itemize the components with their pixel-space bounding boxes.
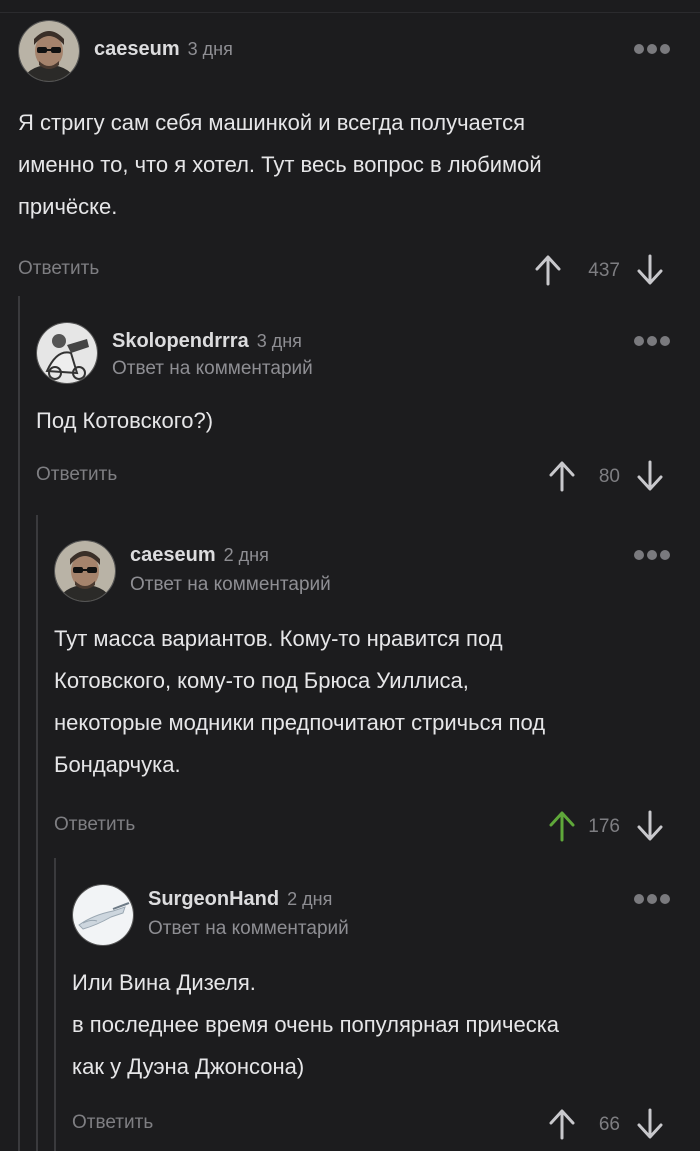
person-bw-photo-avatar-icon — [37, 323, 97, 383]
user-avatar[interactable] — [36, 322, 98, 384]
comment-header: caeseum 3 дня — [18, 20, 700, 84]
comment-header: SurgeonHand 2 дня Ответ на комментарий — [72, 884, 700, 948]
reply-to-label[interactable]: Ответ на комментарий — [130, 574, 331, 596]
author-name[interactable]: Skolopendrrra 3 дня — [112, 330, 302, 353]
vote-score: 176 — [588, 816, 620, 837]
vote-controls: 80 — [548, 456, 674, 496]
comment-text: Тут масса вариантов. Кому-то нравится по… — [54, 626, 546, 777]
downvote-arrow-icon[interactable] — [636, 1108, 664, 1140]
comment-date: 3 дня — [187, 39, 233, 59]
author-name[interactable]: SurgeonHand 2 дня — [148, 888, 332, 911]
vote-score: 66 — [598, 1114, 620, 1135]
user-avatar[interactable] — [72, 884, 134, 946]
hand-scalpel-avatar-icon — [73, 885, 133, 945]
reply-button[interactable]: Ответить — [36, 464, 117, 486]
comment-text: Или Вина Дизеля. в последнее время очень… — [72, 970, 560, 1079]
comment-actions: Ответить 66 — [72, 1104, 700, 1144]
author-name-text[interactable]: caeseum — [94, 38, 180, 60]
downvote-arrow-icon[interactable] — [636, 810, 664, 842]
vote-score: 437 — [588, 260, 620, 281]
reply-button[interactable]: Ответить — [18, 258, 99, 280]
reply-to-label[interactable]: Ответ на комментарий — [148, 918, 349, 940]
reply-to-label[interactable]: Ответ на комментарий — [112, 358, 313, 380]
man-sunglasses-avatar-icon — [55, 541, 115, 601]
user-avatar[interactable] — [18, 20, 80, 82]
vote-controls: 437 — [534, 250, 674, 290]
comment-thread: caeseum 3 дня Я стригу сам себя машинкой … — [0, 0, 700, 1151]
more-options-icon[interactable] — [634, 892, 674, 906]
comment-date: 2 дня — [223, 545, 269, 565]
vote-controls: 176 — [548, 806, 674, 846]
man-sunglasses-avatar-icon — [19, 21, 79, 81]
vote-score: 80 — [598, 466, 620, 487]
comment-text: Я стригу сам себя машинкой и всегда полу… — [18, 110, 542, 219]
downvote-arrow-icon[interactable] — [636, 254, 664, 286]
comment: Skolopendrrra 3 дня Ответ на комментарий … — [36, 322, 700, 496]
comment-text: Под Котовского?) — [36, 408, 214, 433]
upvote-arrow-icon[interactable] — [534, 254, 562, 286]
thread-guide-line — [54, 858, 56, 1151]
comment-date: 2 дня — [287, 889, 333, 909]
vote-controls: 66 — [548, 1104, 674, 1144]
author-name-text[interactable]: caeseum — [130, 544, 216, 566]
comment-date: 3 дня — [256, 331, 302, 351]
comment-actions: Ответить 176 — [54, 806, 700, 846]
author-name[interactable]: caeseum 3 дня — [94, 38, 233, 61]
reply-button[interactable]: Ответить — [72, 1112, 153, 1134]
user-avatar[interactable] — [54, 540, 116, 602]
comment-actions: Ответить 437 — [18, 250, 700, 290]
more-options-icon[interactable] — [634, 334, 674, 348]
thread-guide-line — [36, 515, 38, 1151]
reply-button[interactable]: Ответить — [54, 814, 135, 836]
comment-header: caeseum 2 дня Ответ на комментарий — [54, 540, 700, 604]
downvote-arrow-icon[interactable] — [636, 460, 664, 492]
comment: SurgeonHand 2 дня Ответ на комментарий Ил… — [72, 884, 700, 1144]
thread-guide-line — [18, 296, 20, 1151]
author-name-text[interactable]: Skolopendrrra — [112, 330, 249, 352]
more-options-icon[interactable] — [634, 42, 674, 56]
comment: caeseum 2 дня Ответ на комментарий Тут ма… — [54, 540, 700, 846]
author-name-text[interactable]: SurgeonHand — [148, 888, 279, 910]
comment-header: Skolopendrrra 3 дня Ответ на комментарий — [36, 322, 700, 386]
more-options-icon[interactable] — [634, 548, 674, 562]
comment: caeseum 3 дня Я стригу сам себя машинкой … — [18, 20, 700, 290]
comment-actions: Ответить 80 — [36, 456, 700, 496]
author-name[interactable]: caeseum 2 дня — [130, 544, 269, 567]
